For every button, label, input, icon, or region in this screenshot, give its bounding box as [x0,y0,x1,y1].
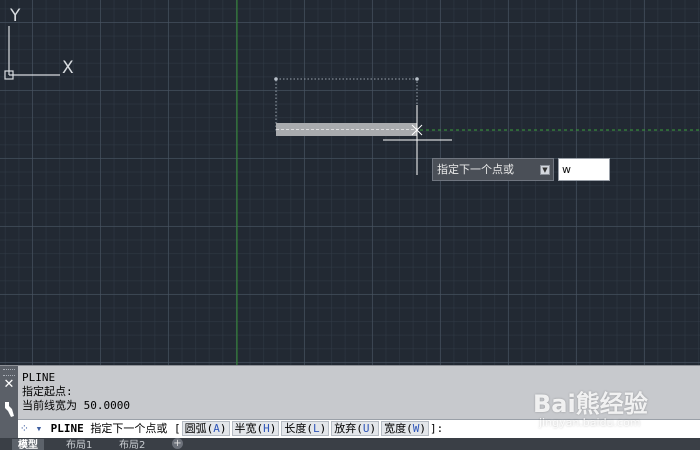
arrow-down-icon[interactable]: ▼ [540,165,550,175]
drawing-layer [236,0,700,365]
history-line: PLINE [22,371,56,384]
command-prompt-text: 指定下一个点或 [ [90,422,181,435]
dynamic-input-field[interactable]: w [558,158,610,181]
grip-handle-icon[interactable] [3,369,15,376]
drawing-canvas[interactable]: 指定下一个点或 ▼ w Y X [0,0,700,365]
tab-model[interactable]: 模型 [12,439,44,450]
command-prompt-icon[interactable]: ⁘ ▾ [18,420,44,438]
command-history: PLINE 指定起点: 当前线宽为 50.0000 [22,371,130,413]
selection-rectangle [275,78,418,131]
grip-point [274,77,278,81]
baidu-watermark: Bai熊经验 jingyan.baidu.com [533,372,693,438]
dynamic-input-tooltip: 指定下一个点或 ▼ [432,158,554,181]
wrench-icon[interactable] [2,400,16,418]
close-icon[interactable]: ✕ [2,378,16,392]
ucs-x-label: X [62,58,74,78]
option-width[interactable]: 宽度(W) [381,421,429,436]
command-name: PLINE [50,422,84,435]
tab-layout2[interactable]: 布局2 [113,439,151,450]
option-halfwidth[interactable]: 半宽(H) [231,421,280,436]
history-line: 当前线宽为 50.0000 [22,399,130,412]
option-length[interactable]: 长度(L) [281,421,330,436]
ucs-y-label: Y [9,6,21,26]
dynamic-input-prompt: 指定下一个点或 [437,163,514,176]
option-undo[interactable]: 放弃(U) [331,421,380,436]
watermark-url: jingyan.baidu.com [539,416,641,429]
watermark-text: Bai熊经验 [533,390,648,418]
option-arc[interactable]: 圆弧(A) [181,421,230,436]
grip-point [415,77,419,81]
layout-tab-bar: 模型 布局1 布局2 + [0,438,700,450]
history-line: 指定起点: [22,385,73,398]
tab-layout1[interactable]: 布局1 [60,439,98,450]
command-suffix: ]: [430,422,444,435]
add-layout-icon[interactable]: + [172,438,183,449]
ucs-icon: Y X [4,6,74,80]
command-window-grip[interactable]: ✕ [0,366,18,439]
